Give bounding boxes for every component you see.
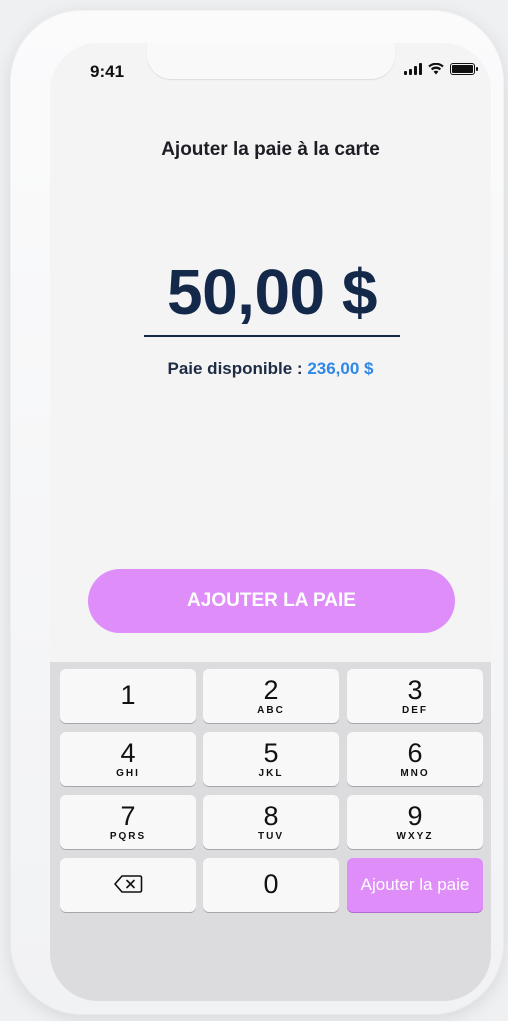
key-1[interactable]: 1 [60,669,196,723]
keypad-submit-button[interactable]: Ajouter la paie [347,858,483,912]
key-digit: 7 [120,801,136,831]
key-0[interactable]: 0 [203,858,339,912]
key-letters: GHI [116,768,140,779]
backspace-icon [114,875,143,893]
key-letters: WXYZ [396,831,434,842]
key-digit: 2 [263,675,279,705]
available-pay: Paie disponible : 236,00 $ [50,359,491,379]
key-letters: JKL [258,768,284,779]
cellular-signal-icon [404,63,422,75]
amount-value[interactable]: 50,00 $ [144,255,400,329]
key-digit: 5 [263,738,279,768]
key-digit: 3 [407,675,423,705]
key-2[interactable]: 2 ABC [203,669,339,723]
key-6[interactable]: 6 MNO [347,732,483,786]
key-4[interactable]: 4 GHI [60,732,196,786]
amount-underline [144,335,400,337]
key-letters: DEF [402,705,428,716]
key-digit: 4 [120,738,136,768]
key-3[interactable]: 3 DEF [347,669,483,723]
wifi-icon [428,63,444,75]
status-time: 9:41 [90,62,125,81]
key-7[interactable]: 7 PQRS [60,795,196,849]
phone-frame: 9:41 Ajouter la paie à la carte 50,00 $ … [10,10,504,1015]
key-digit: 9 [407,801,423,831]
key-letters: PQRS [109,831,147,842]
numeric-keypad: 1 2 ABC 3 DEF 4 GHI 5 JKL 6 MNO 7 PQRS 8… [50,662,491,1001]
key-letters: ABC [257,705,285,716]
key-8[interactable]: 8 TUV [203,795,339,849]
battery-icon [450,63,478,75]
device-notch [147,43,395,79]
app-screen: 9:41 Ajouter la paie à la carte 50,00 $ … [50,43,491,1001]
page-title: Ajouter la paie à la carte [161,139,380,160]
key-digit: 6 [407,738,423,768]
key-digit: 1 [120,680,136,710]
key-digit: 0 [263,869,279,899]
key-letters: TUV [258,831,284,842]
delete-key[interactable] [60,858,196,912]
available-pay-value: 236,00 $ [307,359,374,378]
key-letters: MNO [400,768,430,779]
key-9[interactable]: 9 WXYZ [347,795,483,849]
status-icons [404,63,478,75]
key-5[interactable]: 5 JKL [203,732,339,786]
available-pay-label: Paie disponible : [167,359,303,378]
key-digit: 8 [263,801,279,831]
add-pay-button[interactable]: AJOUTER LA PAIE [88,569,455,633]
